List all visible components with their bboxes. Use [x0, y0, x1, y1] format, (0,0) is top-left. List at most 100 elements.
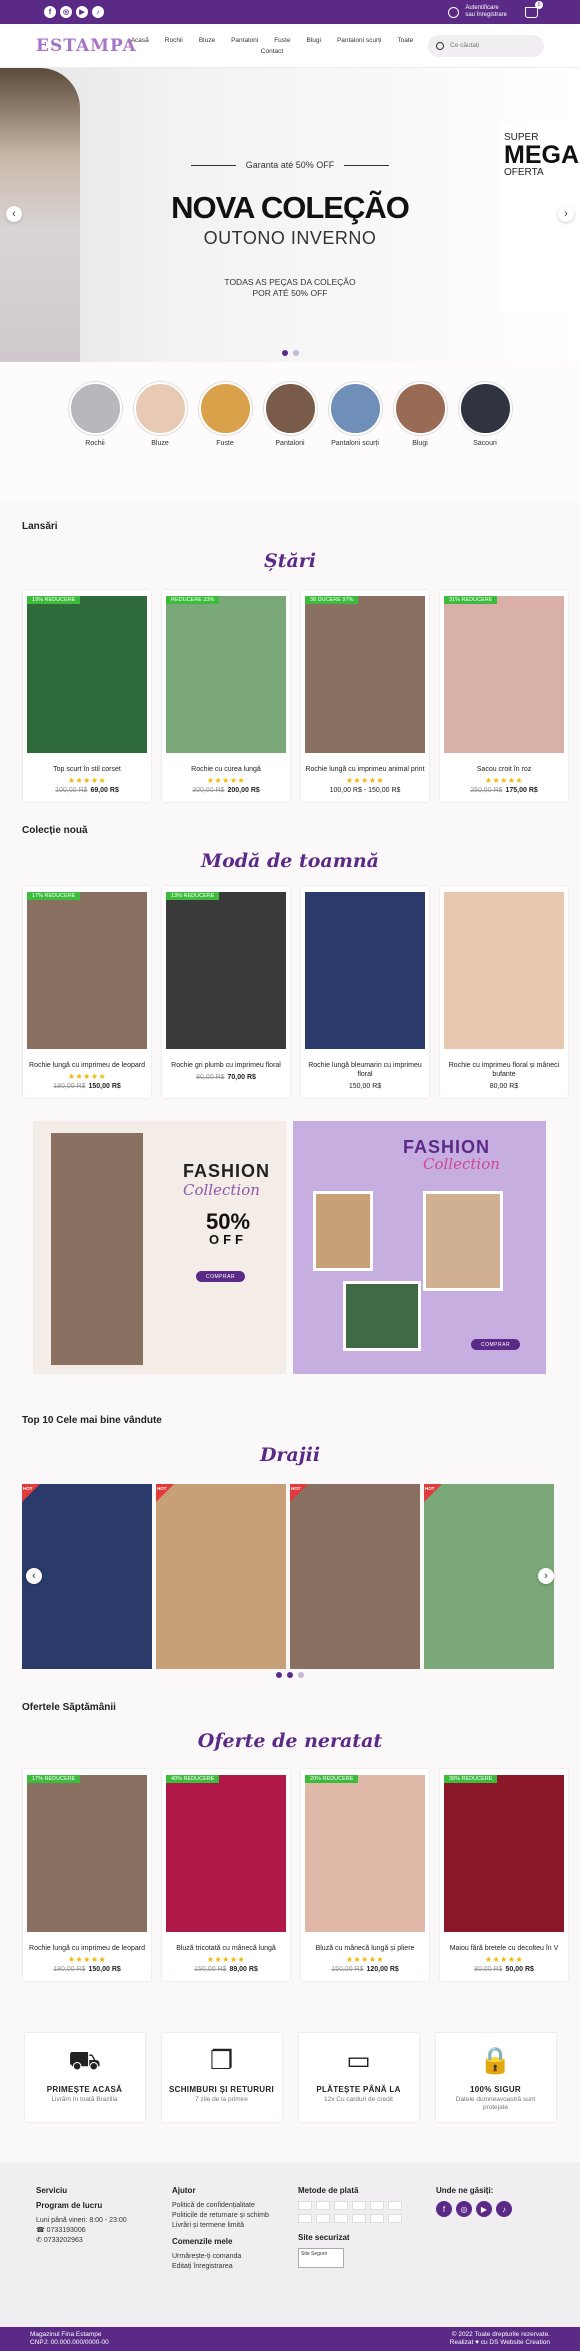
bestseller-slide[interactable]: HOT	[156, 1484, 286, 1669]
youtube-icon[interactable]: ▶	[76, 6, 88, 18]
footer-link-delivery[interactable]: Livrări și termene limită	[172, 2221, 298, 2231]
footer-link-returns[interactable]: Politicile de returnare și schimb	[172, 2211, 298, 2221]
search-input[interactable]: Ce căutați	[428, 34, 544, 57]
product-image[interactable]: 17% REDUCERE	[27, 1775, 147, 1932]
product-name[interactable]: Rochie gri plumb cu imprimeu floral	[166, 1061, 286, 1070]
product-image[interactable]: 38 DUCERE 97%	[305, 596, 425, 753]
script-title-offers: Oferte de neratat	[197, 1730, 383, 1752]
product-card[interactable]: 20% REDUCERE Bluză cu mânecă lungă și pl…	[301, 1769, 429, 1981]
product-image[interactable]: 13% REDUCERE	[166, 892, 286, 1049]
category-skirts[interactable]: Fuste	[198, 382, 252, 500]
nav-item-trousers[interactable]: Pantaloni	[231, 37, 258, 44]
slider-dot-1[interactable]	[276, 1672, 282, 1678]
slider-dots	[0, 1672, 580, 1678]
category-jeans[interactable]: Blugi	[393, 382, 447, 500]
facebook-icon[interactable]: f	[436, 2201, 452, 2217]
product-card[interactable]: 40% REDUCERE Bluză tricotată cu mânecă l…	[162, 1769, 290, 1981]
hero-dot-2[interactable]	[292, 350, 299, 356]
footer-phone-1[interactable]: ☎ 0733193006	[36, 2226, 172, 2236]
product-name[interactable]: Top scurt în stil corset	[27, 765, 147, 774]
product-name[interactable]: Bluză cu mânecă lungă și pliere	[305, 1944, 425, 1953]
product-card[interactable]: 17% REDUCERE Rochie lungă cu imprimeu de…	[23, 886, 151, 1098]
login-link[interactable]: Autentificare sau înregistrare	[465, 5, 507, 19]
promo-buy-button[interactable]: COMPRAR	[471, 1339, 521, 1350]
product-image[interactable]	[444, 892, 564, 1049]
slider-next-arrow-icon[interactable]: ›	[538, 1568, 554, 1584]
product-image[interactable]: 38% REDUCERE	[444, 1775, 564, 1932]
product-card[interactable]: Rochie lungă bleumarin cu imprimeu flora…	[301, 886, 429, 1098]
instagram-icon[interactable]: ◎	[60, 6, 72, 18]
user-icon[interactable]	[448, 6, 460, 18]
category-label: Sacouri	[473, 440, 497, 447]
product-name[interactable]: Rochie lungă cu imprimeu animal print	[305, 765, 425, 774]
hero-next-arrow-icon[interactable]: ›	[558, 206, 574, 222]
site-logo[interactable]: ESTAMPA	[36, 36, 136, 56]
hero-prev-arrow-icon[interactable]: ‹	[6, 206, 22, 222]
feature-desc: Livrăm în toată Brazilia	[51, 2096, 118, 2103]
product-image[interactable]: 40% REDUCERE	[166, 1775, 286, 1932]
nav-item-contact[interactable]: Contact	[261, 48, 283, 55]
product-card[interactable]: 19% REDUCERE Top scurt în stil corset ★★…	[23, 590, 151, 802]
footer-link-track-order[interactable]: Urmărește-ți comanda	[172, 2252, 298, 2262]
nav-item-jeans[interactable]: Blugi	[306, 37, 320, 44]
product-name[interactable]: Rochie cu curea lungă	[166, 765, 286, 774]
footer-phone-2[interactable]: ✆ 0733202963	[36, 2236, 172, 2246]
product-name[interactable]: Sacou croit în roz	[444, 765, 564, 774]
category-label: Fuste	[216, 440, 234, 447]
cart-icon[interactable]: 0	[525, 0, 543, 18]
product-image[interactable]: 19% REDUCERE	[27, 596, 147, 753]
hero-title: NOVA COLEÇÃO	[171, 190, 410, 225]
product-name[interactable]: Rochie lungă cu imprimeu de leopard	[27, 1944, 147, 1953]
product-name[interactable]: Rochie cu imprimeu floral și mâneci bufa…	[444, 1061, 564, 1079]
product-card[interactable]: Rochie cu imprimeu floral și mâneci bufa…	[440, 886, 568, 1098]
product-card[interactable]: 38 DUCERE 97% Rochie lungă cu imprimeu a…	[301, 590, 429, 802]
product-card[interactable]: REDUCERE 33% Rochie cu curea lungă ★★★★★…	[162, 590, 290, 802]
bestseller-slide[interactable]: HOT	[290, 1484, 420, 1669]
product-image[interactable]: REDUCERE 33%	[166, 596, 286, 753]
category-dresses[interactable]: Rochii	[68, 382, 122, 500]
slider-prev-arrow-icon[interactable]: ‹	[26, 1568, 42, 1584]
footer-orders-title: Comenzile mele	[172, 2237, 233, 2246]
tiktok-icon[interactable]: ♪	[92, 6, 104, 18]
category-blazers[interactable]: Sacouri	[458, 382, 512, 500]
nav-item-shorts[interactable]: Pantaloni scurți	[337, 37, 381, 44]
product-card[interactable]: 38% REDUCERE Maiou fără bretele cu decol…	[440, 1769, 568, 1981]
tiktok-icon[interactable]: ♪	[496, 2201, 512, 2217]
bestseller-slide[interactable]: HOT	[424, 1484, 554, 1669]
promo-banner-left[interactable]: FASHION Collection 50% OFF COMPRAR	[33, 1121, 286, 1374]
nav-item-skirts[interactable]: Fuste	[274, 37, 290, 44]
product-image[interactable]	[305, 892, 425, 1049]
product-name[interactable]: Bluză tricotată cu mânecă lungă	[166, 1944, 286, 1953]
product-name[interactable]: Rochie lungă bleumarin cu imprimeu flora…	[305, 1061, 425, 1079]
discount-badge: 20% REDUCERE	[305, 1775, 359, 1783]
instagram-icon[interactable]: ◎	[456, 2201, 472, 2217]
register-label: sau înregistrare	[465, 12, 507, 18]
product-name[interactable]: Maiou fără bretele cu decolteu în V	[444, 1944, 564, 1953]
youtube-icon[interactable]: ▶	[476, 2201, 492, 2217]
product-image[interactable]: 17% REDUCERE	[27, 892, 147, 1049]
nav-item-home[interactable]: Acasă	[131, 37, 149, 44]
nav-item-dresses[interactable]: Rochii	[165, 37, 183, 44]
facebook-icon[interactable]: f	[44, 6, 56, 18]
hot-label: HOT	[291, 1486, 301, 1491]
credit-link[interactable]: Realizat ♥ cu DS Website Creation	[450, 2339, 550, 2347]
product-card[interactable]: 13% REDUCERE Rochie gri plumb cu imprime…	[162, 886, 290, 1098]
footer-link-privacy[interactable]: Politică de confidențialitate	[172, 2201, 298, 2211]
hero-dot-1[interactable]	[281, 350, 288, 356]
promo-banner-right[interactable]: FASHION Collection COMPRAR	[293, 1121, 546, 1374]
discount-badge: 38 DUCERE 97%	[305, 596, 359, 604]
category-blouses[interactable]: Bluze	[133, 382, 187, 500]
category-trousers[interactable]: Pantaloni	[263, 382, 317, 500]
category-shorts[interactable]: Pantaloni scurți	[328, 382, 382, 500]
promo-buy-button[interactable]: COMPRAR	[196, 1271, 246, 1282]
footer-link-edit-registration[interactable]: Editați înregistrarea	[172, 2262, 298, 2272]
product-card[interactable]: 31% REDUCERE Sacou croit în roz ★★★★★ 25…	[440, 590, 568, 802]
nav-item-blouses[interactable]: Bluze	[199, 37, 215, 44]
nav-item-all[interactable]: Toate	[397, 37, 413, 44]
product-image[interactable]: 20% REDUCERE	[305, 1775, 425, 1932]
slider-dot-2[interactable]	[287, 1672, 293, 1678]
product-image[interactable]: 31% REDUCERE	[444, 596, 564, 753]
product-card[interactable]: 17% REDUCERE Rochie lungă cu imprimeu de…	[23, 1769, 151, 1981]
slider-dot-3[interactable]	[298, 1672, 304, 1678]
product-name[interactable]: Rochie lungă cu imprimeu de leopard	[27, 1061, 147, 1070]
